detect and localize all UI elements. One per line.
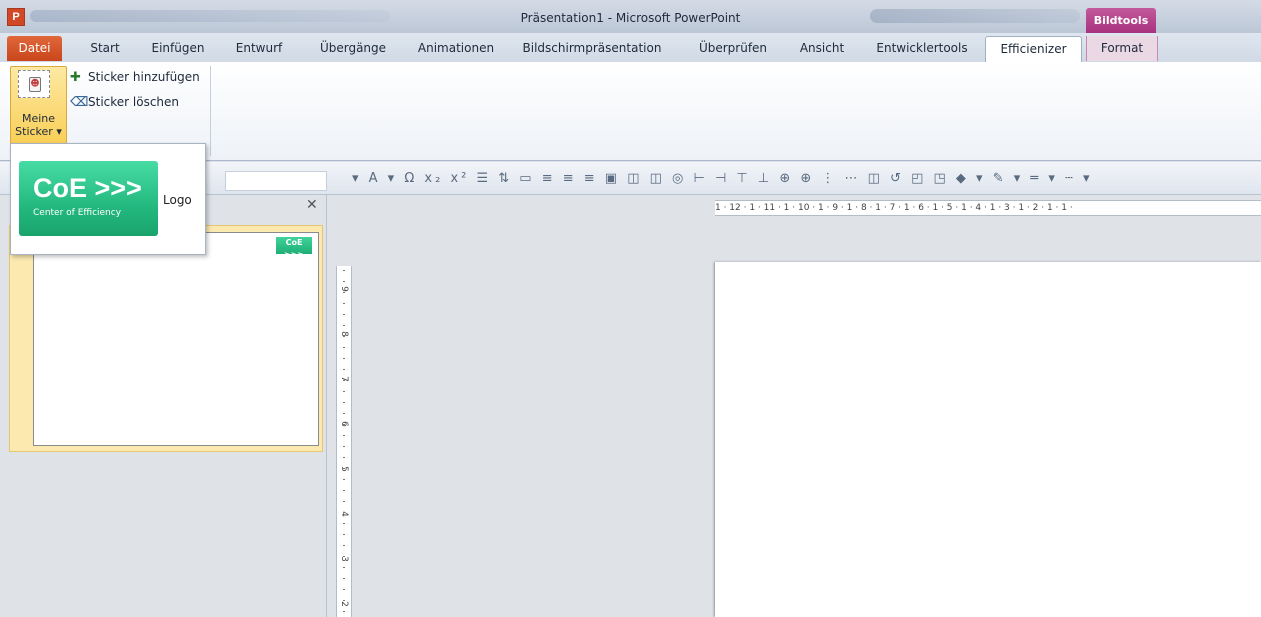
sticker-item-label[interactable]: Logo	[163, 193, 192, 207]
tab-entwicklertools[interactable]: Entwicklertools	[868, 36, 976, 61]
ruler-tick	[343, 457, 345, 458]
ruler-tick	[343, 556, 345, 557]
ruler-tick	[343, 402, 345, 403]
tab-efficienizer[interactable]: Efficienizer	[985, 36, 1082, 63]
font-name-combo[interactable]	[225, 171, 327, 191]
sticker-coe-logo[interactable]: CoE >>> Center of Efficiency	[19, 161, 158, 236]
tab-datei[interactable]: Datei	[7, 36, 62, 61]
thumbnail-coe-logo: CoE >>> Center of Efficiency	[276, 237, 312, 268]
ruler-tick	[343, 358, 345, 359]
ruler-tick	[343, 490, 345, 491]
ruler-number: 8	[339, 331, 349, 337]
tab-bildschirmpraesentation[interactable]: Bildschirmpräsentation	[508, 36, 676, 61]
ruler-tick	[343, 501, 345, 502]
ruler-tick	[343, 589, 345, 590]
ruler-tick	[343, 292, 345, 293]
ruler-tick	[343, 413, 345, 414]
meine-sticker-button[interactable]: ☻ Meine Sticker ▾	[10, 66, 67, 144]
slide-canvas[interactable]	[715, 262, 1261, 617]
ruler-tick	[343, 314, 345, 315]
delete-sticker-icon: ⌫	[70, 95, 89, 110]
ruler-tick	[343, 567, 345, 568]
sticker-logo-text: CoE >>>	[33, 173, 142, 203]
thumbnail-logo-subtitle: Center of Efficiency	[284, 260, 304, 268]
ruler-tick	[343, 391, 345, 392]
ruler-tick	[343, 534, 345, 535]
ruler-number: 7	[339, 376, 349, 382]
horizontal-ruler[interactable]: 1 · 12 · 1 · 11 · 1 · 10 · 1 · 9 · 1 · 8…	[715, 200, 1261, 216]
formatting-toolbar-icons[interactable]: ▾ A ▾ Ω x₂ x² ☰ ⇅ ▭ ≡ ≡ ≡ ▣ ◫ ◫ ◎ ⊢ ⊣ ⊤ …	[352, 169, 1093, 189]
slides-pane: ✕ CoE >>> Center of Efficiency	[0, 195, 327, 617]
ruler-number: 3	[339, 556, 349, 562]
ruler-tick	[343, 446, 345, 447]
ruler-tick	[343, 512, 345, 513]
tab-uebergaenge[interactable]: Übergänge	[312, 36, 394, 61]
ruler-tick	[343, 369, 345, 370]
ruler-tick	[343, 270, 345, 271]
meine-sticker-label-line2: Sticker ▾	[15, 125, 62, 138]
title-bar: P Präsentation1 - Microsoft PowerPoint B…	[0, 0, 1261, 33]
ribbon-tabs: Datei Start Einfügen Entwurf Übergänge A…	[0, 33, 1261, 63]
ruler-number: 4	[339, 511, 349, 517]
ruler-tick	[343, 336, 345, 337]
meine-sticker-label: Meine Sticker ▾	[11, 112, 66, 138]
sticker-gallery-dropdown: CoE >>> Center of Efficiency Logo	[10, 143, 206, 255]
ribbon-group-separator	[210, 66, 211, 156]
add-sticker-button[interactable]: ✚ Sticker hinzufügen	[70, 68, 200, 86]
ruler-tick	[343, 545, 345, 546]
tab-einfuegen[interactable]: Einfügen	[144, 36, 212, 61]
ruler-tick	[343, 611, 345, 612]
ruler-tick	[343, 523, 345, 524]
blurred-title-area	[870, 9, 1080, 23]
ruler-tick	[343, 578, 345, 579]
tab-ueberpruefen[interactable]: Überprüfen	[692, 36, 774, 61]
ruler-tick	[343, 281, 345, 282]
add-sticker-icon: ✚	[70, 70, 81, 85]
contextual-tab-group-bildtools: Bildtools	[1086, 8, 1156, 33]
ruler-tick	[343, 424, 345, 425]
meine-sticker-label-line1: Meine	[21, 112, 56, 125]
sticker-person-icon: ☻	[29, 77, 41, 92]
tab-start[interactable]: Start	[82, 36, 128, 61]
close-icon[interactable]: ✕	[306, 197, 318, 213]
ruler-tick	[343, 380, 345, 381]
slide-thumbnail-1[interactable]: CoE >>> Center of Efficiency	[33, 232, 319, 446]
ruler-number: 5	[339, 462, 349, 476]
ruler-tick	[343, 468, 345, 469]
ruler-tick	[343, 303, 345, 304]
vertical-ruler[interactable]: 9 8 7 6 5 4 3 2	[336, 266, 352, 617]
thumbnail-logo-text: CoE >>>	[283, 238, 305, 259]
ruler-tick	[343, 347, 345, 348]
ruler-tick	[343, 435, 345, 436]
slide-thumbnail-selection[interactable]: CoE >>> Center of Efficiency	[9, 225, 323, 452]
ruler-tick	[343, 479, 345, 480]
tab-entwurf[interactable]: Entwurf	[229, 36, 289, 61]
ruler-number: 9	[339, 286, 349, 292]
delete-sticker-label: Sticker löschen	[88, 95, 180, 109]
add-sticker-label: Sticker hinzufügen	[88, 70, 200, 84]
sticker-logo-subtitle: Center of Efficiency	[33, 208, 122, 218]
tab-format[interactable]: Format	[1086, 36, 1158, 61]
ruler-tick	[343, 600, 345, 601]
tab-ansicht[interactable]: Ansicht	[791, 36, 853, 61]
ruler-tick	[343, 325, 345, 326]
tab-animationen[interactable]: Animationen	[412, 36, 500, 61]
delete-sticker-button[interactable]: ⌫Sticker löschen	[70, 93, 179, 111]
sticker-frame-icon: ☻	[18, 70, 50, 98]
